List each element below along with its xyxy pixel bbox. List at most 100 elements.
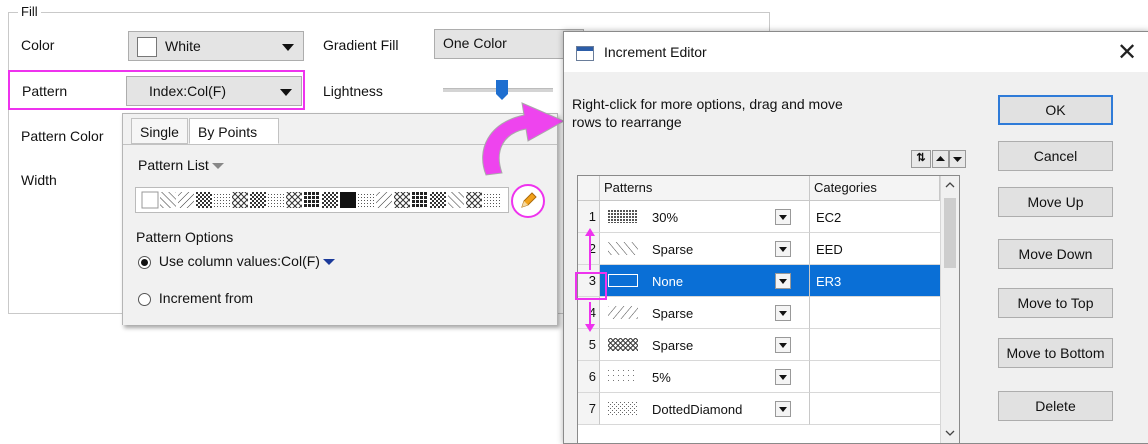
curved-arrow-icon <box>482 102 566 176</box>
increment-from-option[interactable]: Increment from <box>138 290 253 306</box>
instructions-line-2: rows to rearrange <box>572 114 682 130</box>
table-row[interactable]: 7 DottedDiamond <box>578 393 940 425</box>
chevron-down-icon <box>282 44 294 51</box>
lightness-label: Lightness <box>323 83 383 99</box>
table-row[interactable]: 6 5% <box>578 361 940 393</box>
move-down-button[interactable]: Move Down <box>998 239 1113 269</box>
grid-scrollbar[interactable] <box>940 176 959 443</box>
table-row[interactable]: 2 Sparse EED <box>578 233 940 265</box>
categories-header[interactable]: Categories <box>810 176 940 201</box>
chevron-down-icon <box>280 89 292 96</box>
row-number[interactable]: 6 <box>578 361 600 393</box>
dialog-title: Increment Editor <box>604 44 707 60</box>
chevron-down-icon[interactable] <box>775 337 791 353</box>
gradient-fill-combo[interactable]: One Color <box>434 29 584 59</box>
chevron-down-icon <box>211 163 224 170</box>
scroll-down-icon[interactable] <box>949 150 966 168</box>
color-combo[interactable]: White <box>128 31 304 61</box>
use-column-option[interactable]: Use column values:Col(F) <box>138 253 335 269</box>
scroll-up-icon[interactable] <box>932 150 949 168</box>
dialog-titlebar: Increment Editor ✕ <box>564 32 1148 72</box>
pattern-swatches <box>141 191 500 209</box>
row-number[interactable]: 7 <box>578 393 600 425</box>
table-row[interactable]: 5 Sparse <box>578 329 940 361</box>
pattern-options-label: Pattern Options <box>136 229 234 245</box>
chevron-down-icon[interactable] <box>775 273 791 289</box>
pattern-swatch-icon <box>608 274 638 287</box>
width-label: Width <box>21 172 57 188</box>
chevron-down-icon[interactable] <box>322 259 335 266</box>
fill-group-title: Fill <box>18 4 41 19</box>
chevron-down-icon[interactable] <box>775 305 791 321</box>
pattern-name: DottedDiamond <box>652 402 743 417</box>
radio-unselected[interactable] <box>138 292 151 306</box>
color-value: White <box>165 38 201 54</box>
pattern-cell[interactable]: 30% <box>600 201 810 233</box>
sort-icon[interactable]: ⇅ <box>911 150 931 168</box>
tab-by-points[interactable]: By Points <box>189 118 279 144</box>
dialog-app-icon <box>576 46 594 61</box>
pattern-color-label: Pattern Color <box>21 128 104 144</box>
pattern-value: Index:Col(F) <box>149 83 227 99</box>
color-swatch <box>137 37 157 57</box>
pattern-list-dropdown[interactable]: Pattern List <box>138 157 224 173</box>
pattern-cell[interactable]: Sparse <box>600 233 810 265</box>
category-cell[interactable]: EED <box>810 233 940 265</box>
gradient-fill-value: One Color <box>443 35 507 51</box>
pencil-icon[interactable] <box>511 184 545 218</box>
pattern-name: Sparse <box>652 242 694 257</box>
table-row[interactable]: 1 30% EC2 <box>578 201 940 233</box>
instructions: Right-click for more options, drag and m… <box>572 95 843 131</box>
pattern-cell[interactable]: DottedDiamond <box>600 393 810 425</box>
chevron-down-icon[interactable] <box>775 241 791 257</box>
chevron-down-icon[interactable] <box>775 401 791 417</box>
category-cell[interactable] <box>810 393 940 425</box>
tab-single[interactable]: Single <box>131 118 188 144</box>
pattern-cell[interactable]: Sparse <box>600 329 810 361</box>
pattern-swatch-icon <box>608 370 638 383</box>
pattern-cell[interactable]: Sparse <box>600 297 810 329</box>
patterns-header[interactable]: Patterns <box>600 176 810 201</box>
ok-button[interactable]: OK <box>998 95 1113 125</box>
pattern-swatch-icon <box>608 242 638 255</box>
category-cell[interactable] <box>810 361 940 393</box>
pattern-swatch-icon <box>608 210 638 223</box>
scrollbar-thumb[interactable] <box>944 198 956 268</box>
chevron-down-icon[interactable] <box>775 369 791 385</box>
move-to-top-button[interactable]: Move to Top <box>998 288 1113 318</box>
pattern-cell[interactable]: None <box>600 265 810 297</box>
category-cell[interactable]: EC2 <box>810 201 940 233</box>
pattern-name: 30% <box>652 210 679 225</box>
move-up-button[interactable]: Move Up <box>998 187 1113 217</box>
category-cell[interactable] <box>810 329 940 361</box>
increment-from-label: Increment from <box>158 290 254 306</box>
table-row-selected[interactable]: 3 None ER3 <box>578 265 940 297</box>
gradient-fill-label: Gradient Fill <box>323 37 399 53</box>
cancel-button[interactable]: Cancel <box>998 141 1113 171</box>
use-column-label: Use column values:Col(F) <box>158 253 320 269</box>
pattern-swatch-icon <box>608 306 638 319</box>
delete-button[interactable]: Delete <box>998 391 1113 421</box>
pattern-name: 5% <box>652 370 671 385</box>
instructions-line-1: Right-click for more options, drag and m… <box>572 96 843 112</box>
increment-grid[interactable]: Patterns Categories 1 30% EC2 2 Sparse E… <box>577 175 960 444</box>
category-cell[interactable]: ER3 <box>810 265 940 297</box>
close-icon[interactable]: ✕ <box>1112 38 1142 66</box>
radio-selected[interactable] <box>138 255 151 269</box>
pattern-strip[interactable] <box>135 187 509 213</box>
move-to-bottom-button[interactable]: Move to Bottom <box>998 338 1113 368</box>
chevron-down-icon[interactable] <box>775 209 791 225</box>
pattern-list-label: Pattern List <box>138 157 209 173</box>
pattern-cell[interactable]: 5% <box>600 361 810 393</box>
drag-arrow-icon <box>585 228 595 332</box>
table-row[interactable]: 4 Sparse <box>578 297 940 329</box>
color-label: Color <box>21 37 55 53</box>
grid-corner <box>578 176 600 201</box>
scroll-up-icon[interactable] <box>944 180 956 190</box>
pattern-combo[interactable]: Index:Col(F) <box>126 76 302 106</box>
category-cell[interactable] <box>810 297 940 329</box>
scroll-down-icon[interactable] <box>944 428 956 438</box>
pattern-name: Sparse <box>652 338 694 353</box>
pattern-label: Pattern <box>22 83 68 99</box>
pattern-name: None <box>652 274 684 289</box>
